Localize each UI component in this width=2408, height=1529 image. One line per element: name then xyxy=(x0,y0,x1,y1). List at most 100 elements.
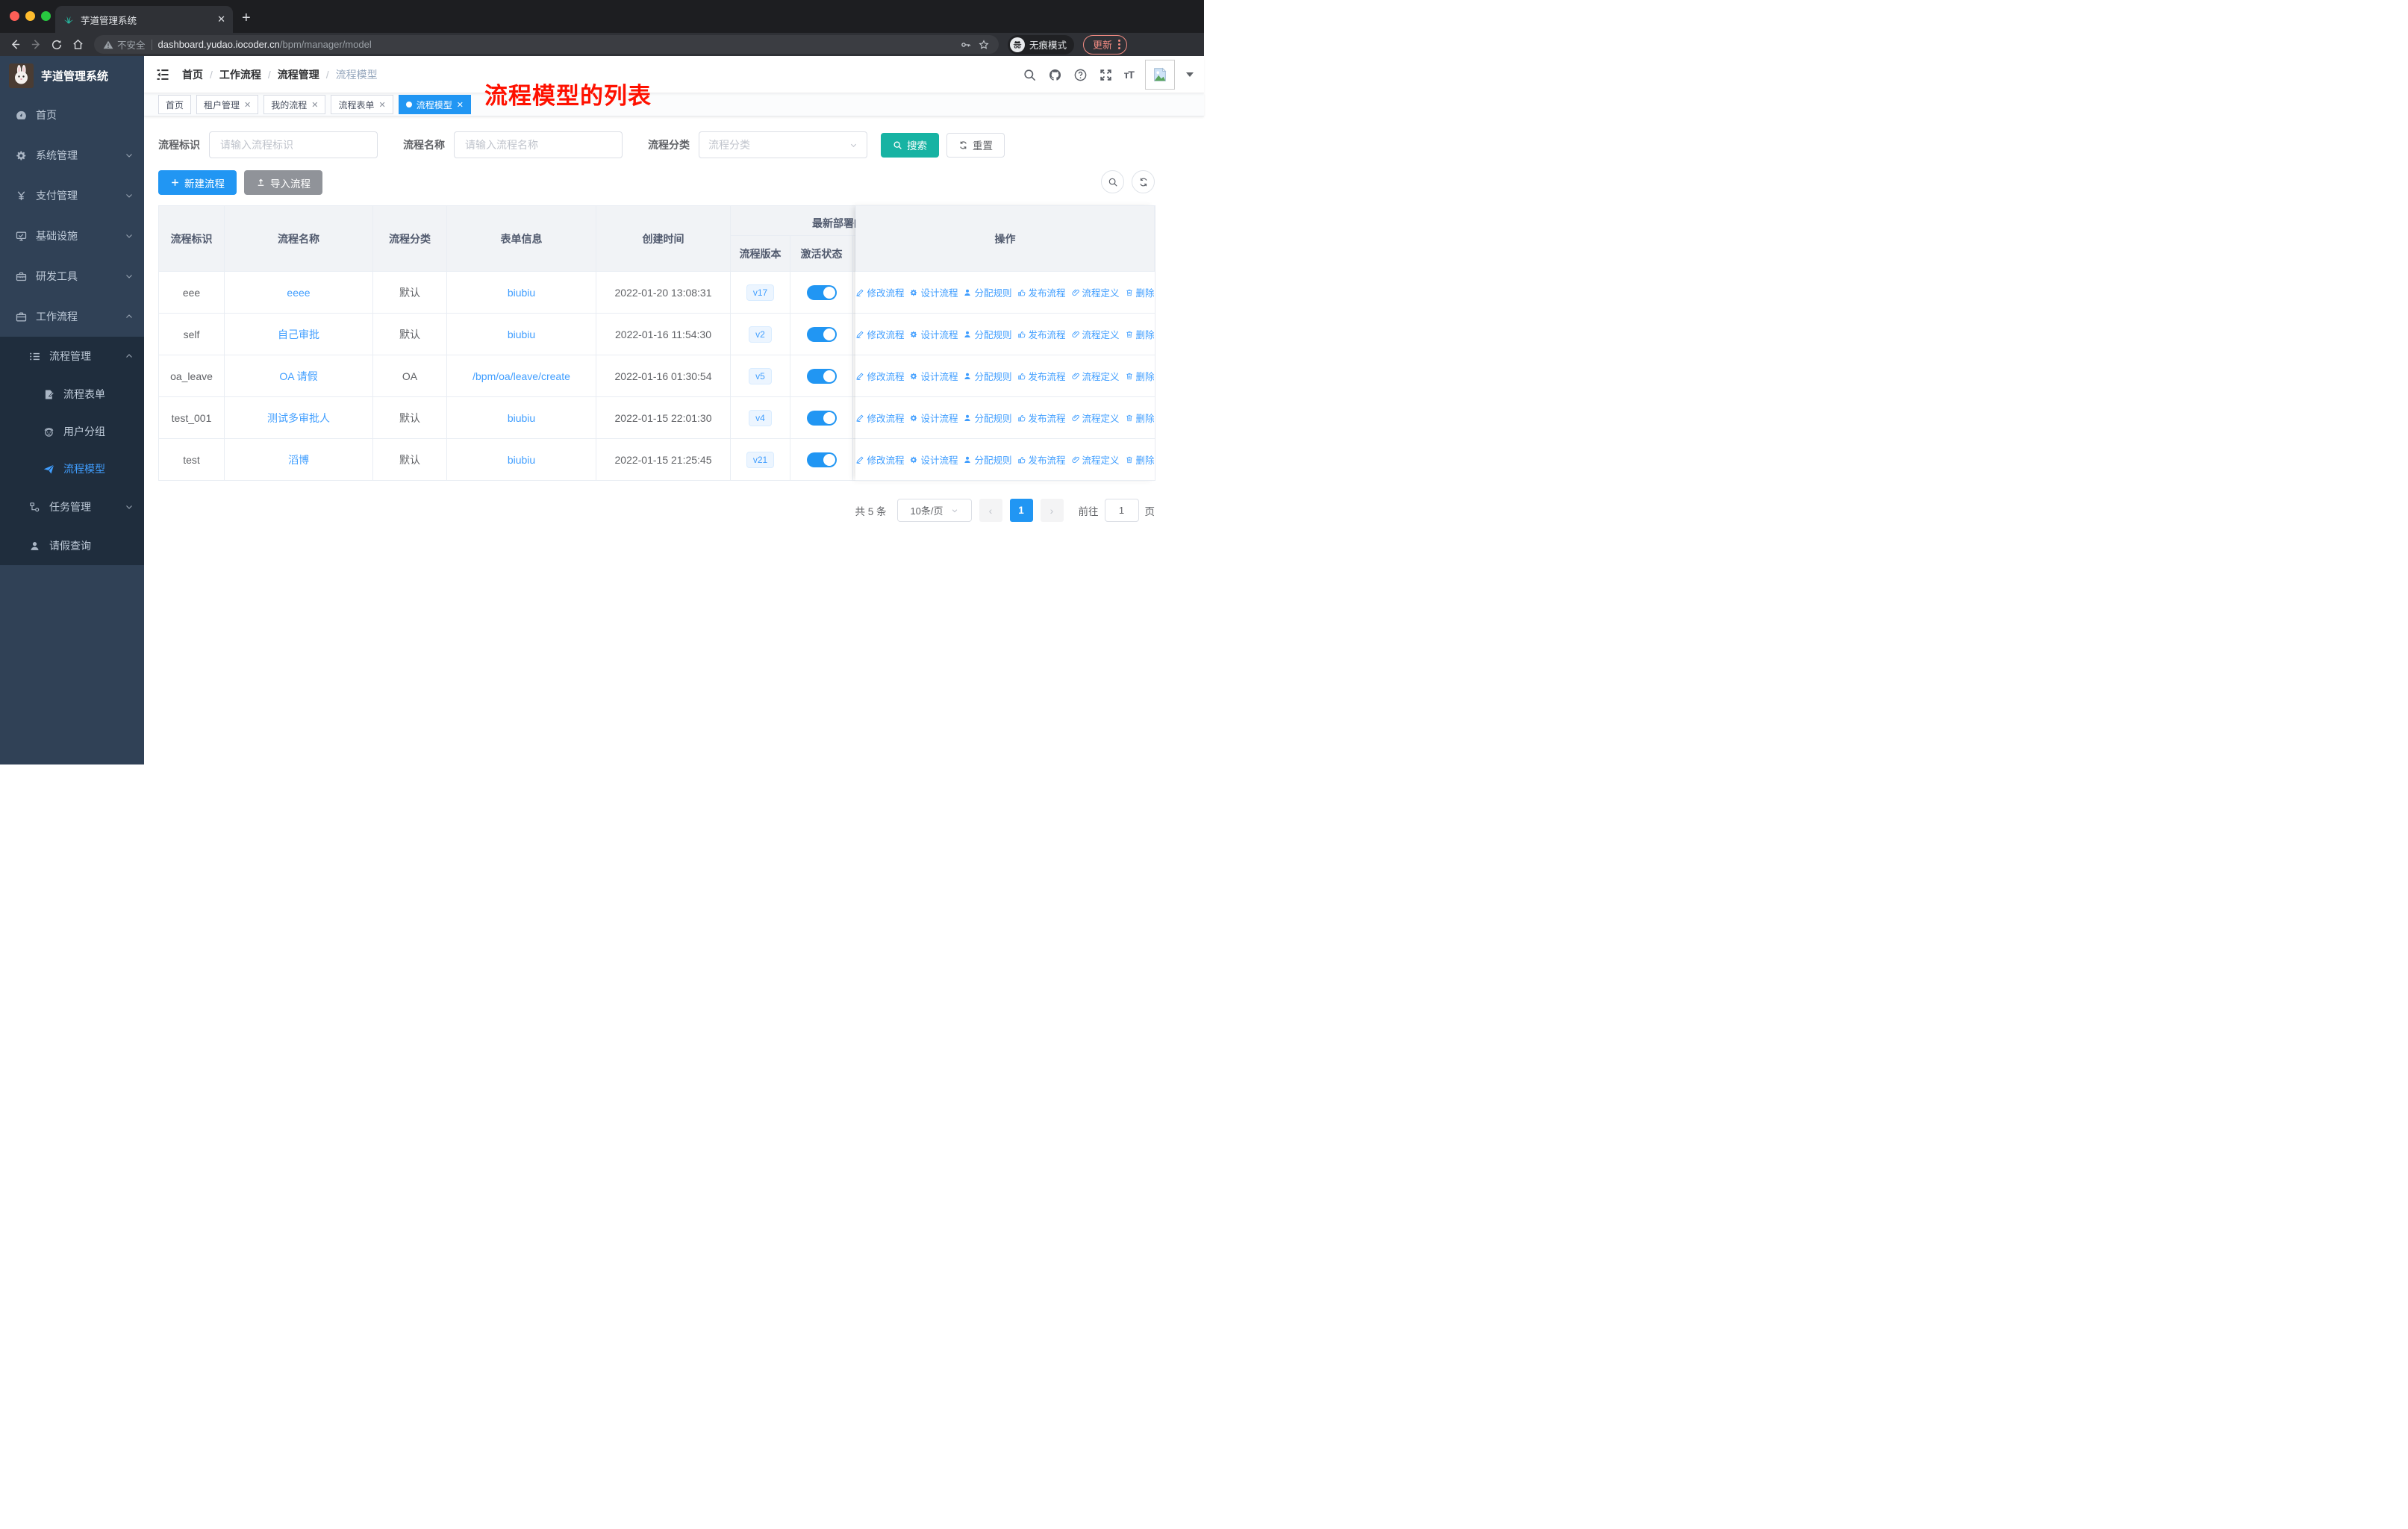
sidebar-item-home[interactable]: 首页 xyxy=(0,95,144,135)
version-badge[interactable]: v4 xyxy=(749,409,772,426)
create-process-button[interactable]: 新建流程 xyxy=(158,170,237,195)
back-icon[interactable] xyxy=(6,36,24,54)
sidebar-item-payment[interactable]: 支付管理 xyxy=(0,175,144,216)
process-name-input[interactable] xyxy=(454,131,623,158)
sidebar-item-user-group[interactable]: 用户分组 xyxy=(0,413,144,450)
design-process-link[interactable]: 设计流程 xyxy=(909,369,958,383)
tag-流程模型[interactable]: 流程模型 ✕ xyxy=(398,95,471,114)
version-badge[interactable]: v17 xyxy=(746,284,775,301)
sidebar-item-task-mgmt[interactable]: 任务管理 xyxy=(0,488,144,526)
process-name-link[interactable]: 滔博 xyxy=(288,454,309,466)
import-process-button[interactable]: 导入流程 xyxy=(244,170,322,195)
sidebar-item-process-mgmt[interactable]: 流程管理 xyxy=(0,337,144,376)
publish-process-link[interactable]: 发布流程 xyxy=(1017,452,1066,467)
show-search-toggle-button[interactable] xyxy=(1101,170,1124,193)
goto-page-input[interactable] xyxy=(1104,499,1139,522)
version-badge[interactable]: v21 xyxy=(746,451,775,468)
forward-icon[interactable] xyxy=(27,36,45,54)
modify-process-link[interactable]: 修改流程 xyxy=(855,452,904,467)
design-process-link[interactable]: 设计流程 xyxy=(909,452,958,467)
assign-rule-link[interactable]: 分配规则 xyxy=(963,327,1012,341)
version-badge[interactable]: v5 xyxy=(749,367,772,384)
process-name-link[interactable]: 测试多审批人 xyxy=(267,412,330,424)
process-definition-link[interactable]: 流程定义 xyxy=(1071,327,1120,341)
process-name-link[interactable]: 自己审批 xyxy=(278,328,319,340)
sidebar-item-devtools[interactable]: 研发工具 xyxy=(0,256,144,296)
assign-rule-link[interactable]: 分配规则 xyxy=(963,411,1012,425)
sidebar-item-process-model[interactable]: 流程模型 xyxy=(0,450,144,488)
process-definition-link[interactable]: 流程定义 xyxy=(1071,411,1120,425)
design-process-link[interactable]: 设计流程 xyxy=(909,285,958,299)
active-toggle[interactable] xyxy=(806,452,837,467)
browser-update-menu[interactable]: 更新 xyxy=(1083,34,1128,55)
search-icon[interactable] xyxy=(1023,68,1037,82)
reset-button[interactable]: 重置 xyxy=(946,132,1005,158)
modify-process-link[interactable]: 修改流程 xyxy=(855,411,904,425)
search-button[interactable]: 搜索 xyxy=(881,132,939,158)
sidebar-item-process-form[interactable]: 流程表单 xyxy=(0,376,144,413)
active-toggle[interactable] xyxy=(806,410,837,426)
tag-close-icon[interactable]: ✕ xyxy=(457,100,464,110)
form-info-link[interactable]: biubiu xyxy=(508,412,535,424)
process-definition-link[interactable]: 流程定义 xyxy=(1071,285,1120,299)
modify-process-link[interactable]: 修改流程 xyxy=(855,369,904,383)
breadcrumb-item[interactable]: 首页 xyxy=(182,67,203,82)
sidebar-item-leave-query[interactable]: 请假查询 xyxy=(0,526,144,565)
delete-link[interactable]: 删除 xyxy=(1125,369,1155,383)
sidebar-item-infra[interactable]: 基础设施 xyxy=(0,216,144,256)
avatar[interactable] xyxy=(1145,60,1175,90)
tag-close-icon[interactable]: ✕ xyxy=(244,100,251,110)
process-key-input[interactable] xyxy=(209,131,378,158)
minimize-window-button[interactable] xyxy=(25,11,35,21)
breadcrumb-item[interactable]: 工作流程 xyxy=(219,67,261,82)
sidebar-logo[interactable]: 芋道管理系统 xyxy=(0,56,144,95)
sidebar-item-workflow[interactable]: 工作流程 xyxy=(0,296,144,337)
form-info-link[interactable]: biubiu xyxy=(508,328,535,340)
browser-menu-icon[interactable] xyxy=(1118,40,1121,49)
refresh-table-button[interactable] xyxy=(1132,170,1155,193)
breadcrumb-item[interactable]: 流程管理 xyxy=(278,67,319,82)
prev-page-button[interactable]: ‹ xyxy=(979,499,1002,522)
tag-首页[interactable]: 首页 xyxy=(158,95,192,114)
active-toggle[interactable] xyxy=(806,284,837,300)
modify-process-link[interactable]: 修改流程 xyxy=(855,327,904,341)
sidebar-fold-icon[interactable] xyxy=(155,67,170,82)
category-select[interactable]: 流程分类 xyxy=(699,131,867,158)
tag-我的流程[interactable]: 我的流程 ✕ xyxy=(263,95,326,114)
chevron-down-icon[interactable] xyxy=(1186,72,1194,77)
active-toggle[interactable] xyxy=(806,326,837,342)
page-size-select[interactable]: 10条/页 xyxy=(896,499,972,522)
process-name-link[interactable]: OA 请假 xyxy=(279,370,317,382)
password-key-icon[interactable] xyxy=(960,39,972,51)
reload-icon[interactable] xyxy=(48,36,66,54)
publish-process-link[interactable]: 发布流程 xyxy=(1017,327,1066,341)
font-size-icon[interactable]: ᴛT xyxy=(1124,69,1135,81)
form-info-link[interactable]: biubiu xyxy=(508,287,535,299)
fullscreen-icon[interactable] xyxy=(1099,68,1113,82)
home-icon[interactable] xyxy=(69,36,87,54)
delete-link[interactable]: 删除 xyxy=(1125,452,1155,467)
publish-process-link[interactable]: 发布流程 xyxy=(1017,285,1066,299)
delete-link[interactable]: 删除 xyxy=(1125,327,1155,341)
zoom-window-button[interactable] xyxy=(41,11,51,21)
version-badge[interactable]: v2 xyxy=(749,326,772,343)
delete-link[interactable]: 删除 xyxy=(1125,285,1155,299)
mac-traffic-lights[interactable] xyxy=(10,11,51,21)
tag-租户管理[interactable]: 租户管理 ✕ xyxy=(196,95,259,114)
tab-close-icon[interactable]: ✕ xyxy=(217,13,225,25)
assign-rule-link[interactable]: 分配规则 xyxy=(963,452,1012,467)
form-info-link[interactable]: biubiu xyxy=(508,454,535,466)
github-icon[interactable] xyxy=(1048,68,1062,82)
security-status[interactable]: 不安全 xyxy=(103,37,146,52)
tag-流程表单[interactable]: 流程表单 ✕ xyxy=(331,95,393,114)
browser-tab[interactable]: 芋道管理系统 ✕ xyxy=(55,6,233,33)
close-window-button[interactable] xyxy=(10,11,19,21)
modify-process-link[interactable]: 修改流程 xyxy=(855,285,904,299)
next-page-button[interactable]: › xyxy=(1040,499,1064,522)
delete-link[interactable]: 删除 xyxy=(1125,411,1155,425)
url-bar[interactable]: 不安全 dashboard.yudao.iocoder.cn/bpm/manag… xyxy=(94,35,999,54)
publish-process-link[interactable]: 发布流程 xyxy=(1017,411,1066,425)
process-name-link[interactable]: eeee xyxy=(287,287,310,299)
sidebar-item-system[interactable]: 系统管理 xyxy=(0,135,144,175)
publish-process-link[interactable]: 发布流程 xyxy=(1017,369,1066,383)
